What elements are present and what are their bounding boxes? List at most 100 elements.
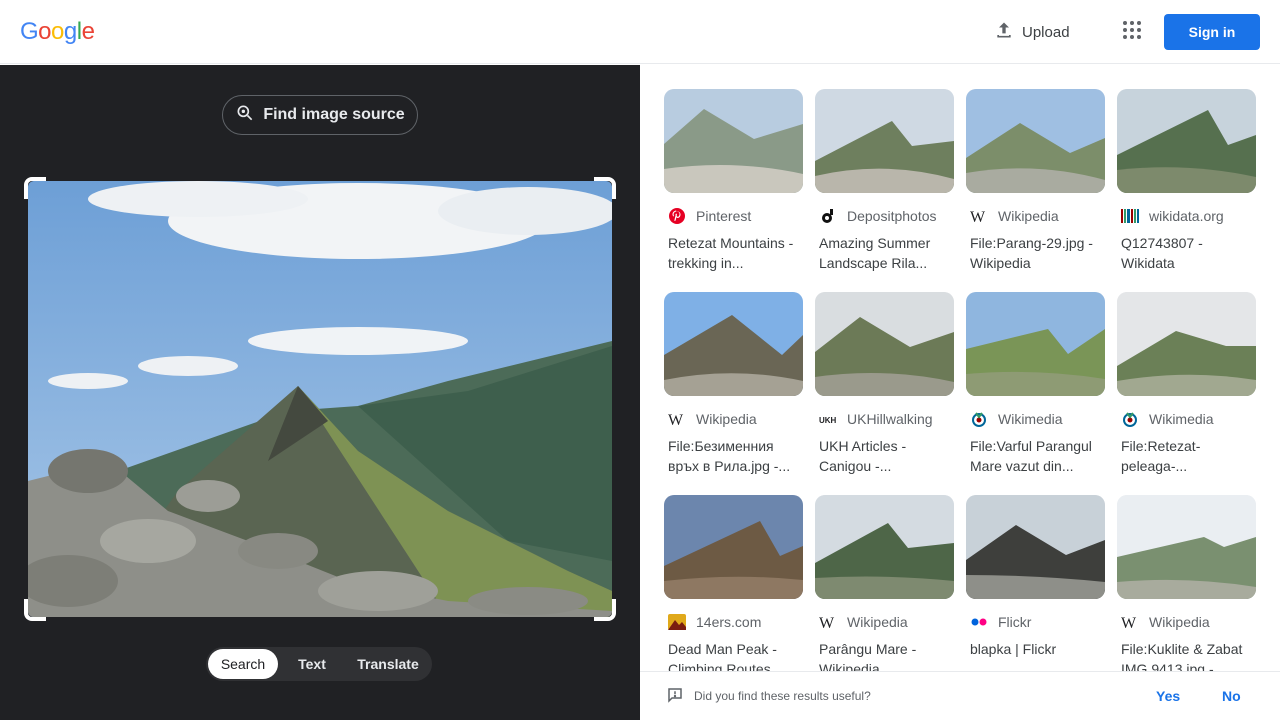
sign-in-button[interactable]: Sign in (1164, 14, 1260, 50)
feedback-bar: Did you find these results useful? Yes N… (640, 671, 1280, 720)
mode-tab-translate[interactable]: Translate (346, 649, 430, 679)
visual-matches-panel: Pinterest Retezat Mountains - trekking in… (640, 65, 1280, 720)
result-title[interactable]: File:Retezat-peleaga-... (1117, 436, 1256, 476)
result-source[interactable]: UKH UKHillwalking (815, 410, 954, 428)
result-card[interactable]: Depositphotos Amazing Summer Landscape Ri… (815, 89, 954, 273)
result-source-name: Depositphotos (847, 208, 937, 224)
query-image-panel: Find image source Search Text Translate (0, 65, 640, 720)
google-logo[interactable]: Google (20, 18, 95, 46)
upload-label: Upload (1022, 23, 1070, 41)
crop-selection-area[interactable] (24, 177, 616, 621)
crop-handle-bottom-right[interactable] (594, 599, 616, 621)
logo-letter: G (20, 18, 39, 45)
svg-text:W: W (668, 412, 684, 427)
apps-grid-icon (1122, 20, 1142, 45)
result-source[interactable]: 14ers.com (664, 613, 803, 631)
result-card[interactable]: W Wikipedia Parângu Mare - Wikipedia (815, 495, 954, 679)
crop-handle-top-right[interactable] (594, 177, 616, 199)
result-title[interactable]: Amazing Summer Landscape Rila... (815, 233, 954, 273)
crop-handle-top-left[interactable] (24, 177, 46, 199)
result-source-name: Wikimedia (998, 411, 1063, 427)
result-source[interactable]: W Wikipedia (664, 410, 803, 428)
result-title[interactable]: Q12743807 - Wikidata (1117, 233, 1256, 273)
result-thumbnail[interactable] (664, 89, 803, 193)
upload-icon (994, 20, 1014, 44)
result-card[interactable]: Flickr blapka | Flickr (966, 495, 1105, 679)
result-source-name: Flickr (998, 614, 1032, 630)
result-title[interactable]: File:Безименния връх в Рила.jpg -... (664, 436, 803, 476)
feedback-no-button[interactable]: No (1222, 688, 1241, 704)
result-source[interactable]: Depositphotos (815, 207, 954, 225)
result-source[interactable]: W Wikipedia (966, 207, 1105, 225)
logo-letter: o (51, 18, 64, 45)
feedback-question: Did you find these results useful? (694, 689, 871, 703)
feedback-yes-button[interactable]: Yes (1156, 688, 1180, 704)
svg-text:UKH: UKH (819, 416, 837, 425)
result-source-name: Wikipedia (696, 411, 757, 427)
result-source[interactable]: Wikimedia (1117, 410, 1256, 428)
pinterest-icon (668, 207, 686, 225)
find-image-source-label: Find image source (263, 106, 405, 123)
svg-text:W: W (1121, 615, 1137, 630)
result-card[interactable]: W Wikipedia File:Parang-29.jpg - Wikipedia (966, 89, 1105, 273)
result-thumbnail[interactable] (664, 292, 803, 396)
result-thumbnail[interactable] (664, 495, 803, 599)
mode-tab-search[interactable]: Search (208, 649, 278, 679)
result-source-name: UKHillwalking (847, 411, 933, 427)
mode-tab-text[interactable]: Text (278, 649, 346, 679)
find-image-source-button[interactable]: Find image source (222, 95, 418, 135)
result-card[interactable]: Pinterest Retezat Mountains - trekking in… (664, 89, 803, 273)
result-source-name: Pinterest (696, 208, 752, 224)
result-card[interactable]: W Wikipedia File:Безименния връх в Рила.jp… (664, 292, 803, 476)
logo-letter: o (38, 18, 52, 45)
result-card[interactable]: Wikimedia File:Varful Parangul Mare vazut… (966, 292, 1105, 476)
crop-handle-bottom-left[interactable] (24, 599, 46, 621)
result-source-name: Wikipedia (1149, 614, 1210, 630)
result-source[interactable]: W Wikipedia (1117, 613, 1256, 631)
result-source[interactable]: Flickr (966, 613, 1105, 631)
result-thumbnail[interactable] (1117, 89, 1256, 193)
wikimedia-icon (970, 410, 988, 428)
svg-text:W: W (970, 209, 986, 224)
result-thumbnail[interactable] (966, 292, 1105, 396)
lens-mode-switcher: Search Text Translate (206, 647, 432, 681)
apps-grid-button[interactable] (1114, 14, 1150, 50)
result-title[interactable]: UKH Articles - Canigou -... (815, 436, 954, 476)
upload-button[interactable]: Upload (984, 14, 1080, 50)
depositphotos-icon (819, 207, 837, 225)
result-card[interactable]: UKH UKHillwalking UKH Articles - Canigou -… (815, 292, 954, 476)
flickr-icon (970, 613, 988, 631)
wikipedia-icon: W (1121, 613, 1139, 631)
result-thumbnail[interactable] (815, 292, 954, 396)
result-thumbnail[interactable] (966, 89, 1105, 193)
14ers-icon (668, 613, 686, 631)
wikipedia-icon: W (970, 207, 988, 225)
result-thumbnail[interactable] (966, 495, 1105, 599)
result-card[interactable]: Wikimedia File:Retezat-peleaga-... (1117, 292, 1256, 476)
result-card[interactable]: wikidata.org Q12743807 - Wikidata (1117, 89, 1256, 273)
query-image (28, 181, 612, 617)
result-card[interactable]: 14ers.com Dead Man Peak - Climbing Routes… (664, 495, 803, 679)
result-source-name: Wikimedia (1149, 411, 1214, 427)
result-source-name: Wikipedia (998, 208, 1059, 224)
result-title[interactable]: File:Parang-29.jpg - Wikipedia (966, 233, 1105, 273)
logo-letter: e (81, 18, 95, 45)
wikimedia-icon (1121, 410, 1139, 428)
result-title[interactable]: Retezat Mountains - trekking in... (664, 233, 803, 273)
result-thumbnail[interactable] (815, 495, 954, 599)
result-source[interactable]: Pinterest (664, 207, 803, 225)
result-source[interactable]: W Wikipedia (815, 613, 954, 631)
result-title[interactable]: File:Varful Parangul Mare vazut din... (966, 436, 1105, 476)
wikipedia-icon: W (819, 613, 837, 631)
result-source-name: wikidata.org (1149, 208, 1224, 224)
result-source-name: Wikipedia (847, 614, 908, 630)
result-source[interactable]: Wikimedia (966, 410, 1105, 428)
result-thumbnail[interactable] (1117, 495, 1256, 599)
result-thumbnail[interactable] (1117, 292, 1256, 396)
feedback-icon (666, 686, 684, 707)
wikidata-icon (1121, 207, 1139, 225)
ukh-icon: UKH (819, 410, 837, 428)
result-thumbnail[interactable] (815, 89, 954, 193)
result-source[interactable]: wikidata.org (1117, 207, 1256, 225)
result-card[interactable]: W Wikipedia File:Kuklite & Zabat IMG 9413.… (1117, 495, 1256, 679)
